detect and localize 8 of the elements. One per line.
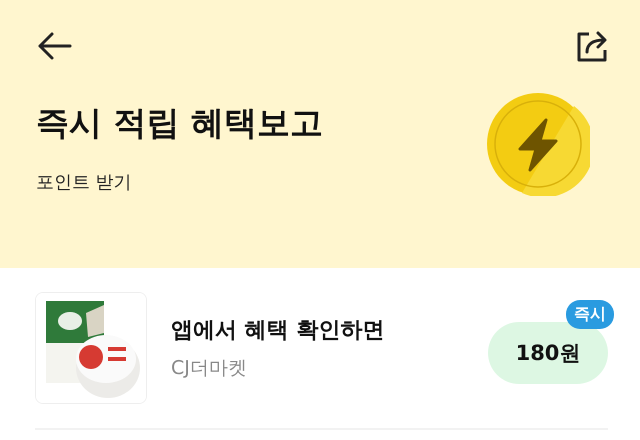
back-icon[interactable] — [36, 31, 72, 61]
reward-amount[interactable]: 180원 — [488, 322, 608, 384]
lightning-coin-icon — [486, 92, 590, 196]
offer-title: 앱에서 혜택 확인하면 — [171, 317, 386, 345]
instant-badge: 즉시 — [566, 300, 614, 329]
page-subtitle: 포인트 받기 — [36, 170, 133, 194]
page-title: 즉시 적립 혜택보고 — [36, 102, 323, 144]
brand-name: CJ더마켓 — [171, 356, 248, 381]
